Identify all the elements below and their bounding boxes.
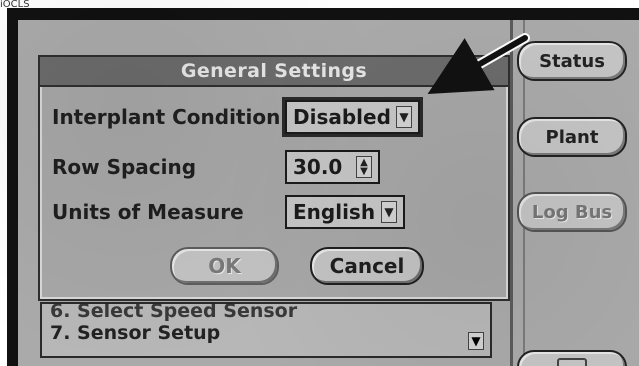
ok-button[interactable]: OK <box>170 247 279 285</box>
log-bus-button[interactable]: Log Bus <box>517 192 627 232</box>
row-spacing-value: 30.0 <box>293 155 343 179</box>
bottom-right-partial-button[interactable] <box>517 350 627 366</box>
interplant-condition-label: Interplant Condition <box>52 105 281 129</box>
row-spacing-label: Row Spacing <box>52 155 197 179</box>
stepper-down-icon: ▼ <box>360 166 368 177</box>
units-of-measure-dropdown[interactable]: English ▼ <box>285 195 405 229</box>
status-button[interactable]: Status <box>517 41 627 81</box>
units-of-measure-row: Units of Measure <box>52 200 244 224</box>
scroll-down-icon[interactable]: ▼ <box>468 332 484 350</box>
list-item[interactable]: 6. Select Speed Sensor <box>50 300 297 322</box>
list-item[interactable]: 7. Sensor Setup <box>50 322 220 344</box>
chevron-down-icon: ▼ <box>381 201 397 223</box>
interplant-condition-row: Interplant Condition <box>52 105 280 129</box>
units-of-measure-value: English <box>293 200 376 224</box>
glyph-icon <box>557 358 587 366</box>
menu-list: 6. Select Speed Sensor 7. Sensor Setup ▼ <box>40 300 492 358</box>
up-down-stepper-icon[interactable]: ▲ ▼ <box>356 156 372 178</box>
plant-button[interactable]: Plant <box>517 117 627 157</box>
cancel-button[interactable]: Cancel <box>310 247 424 285</box>
interplant-condition-value: Disabled <box>293 105 391 129</box>
units-of-measure-label: Units of Measure <box>52 200 244 224</box>
row-spacing-row: Row Spacing <box>52 155 196 179</box>
annotation-arrow-icon <box>427 33 530 94</box>
row-spacing-spinner[interactable]: 30.0 ▲ ▼ <box>285 150 380 184</box>
device-screen: Status Plant Log Bus General Settings In… <box>18 20 639 366</box>
